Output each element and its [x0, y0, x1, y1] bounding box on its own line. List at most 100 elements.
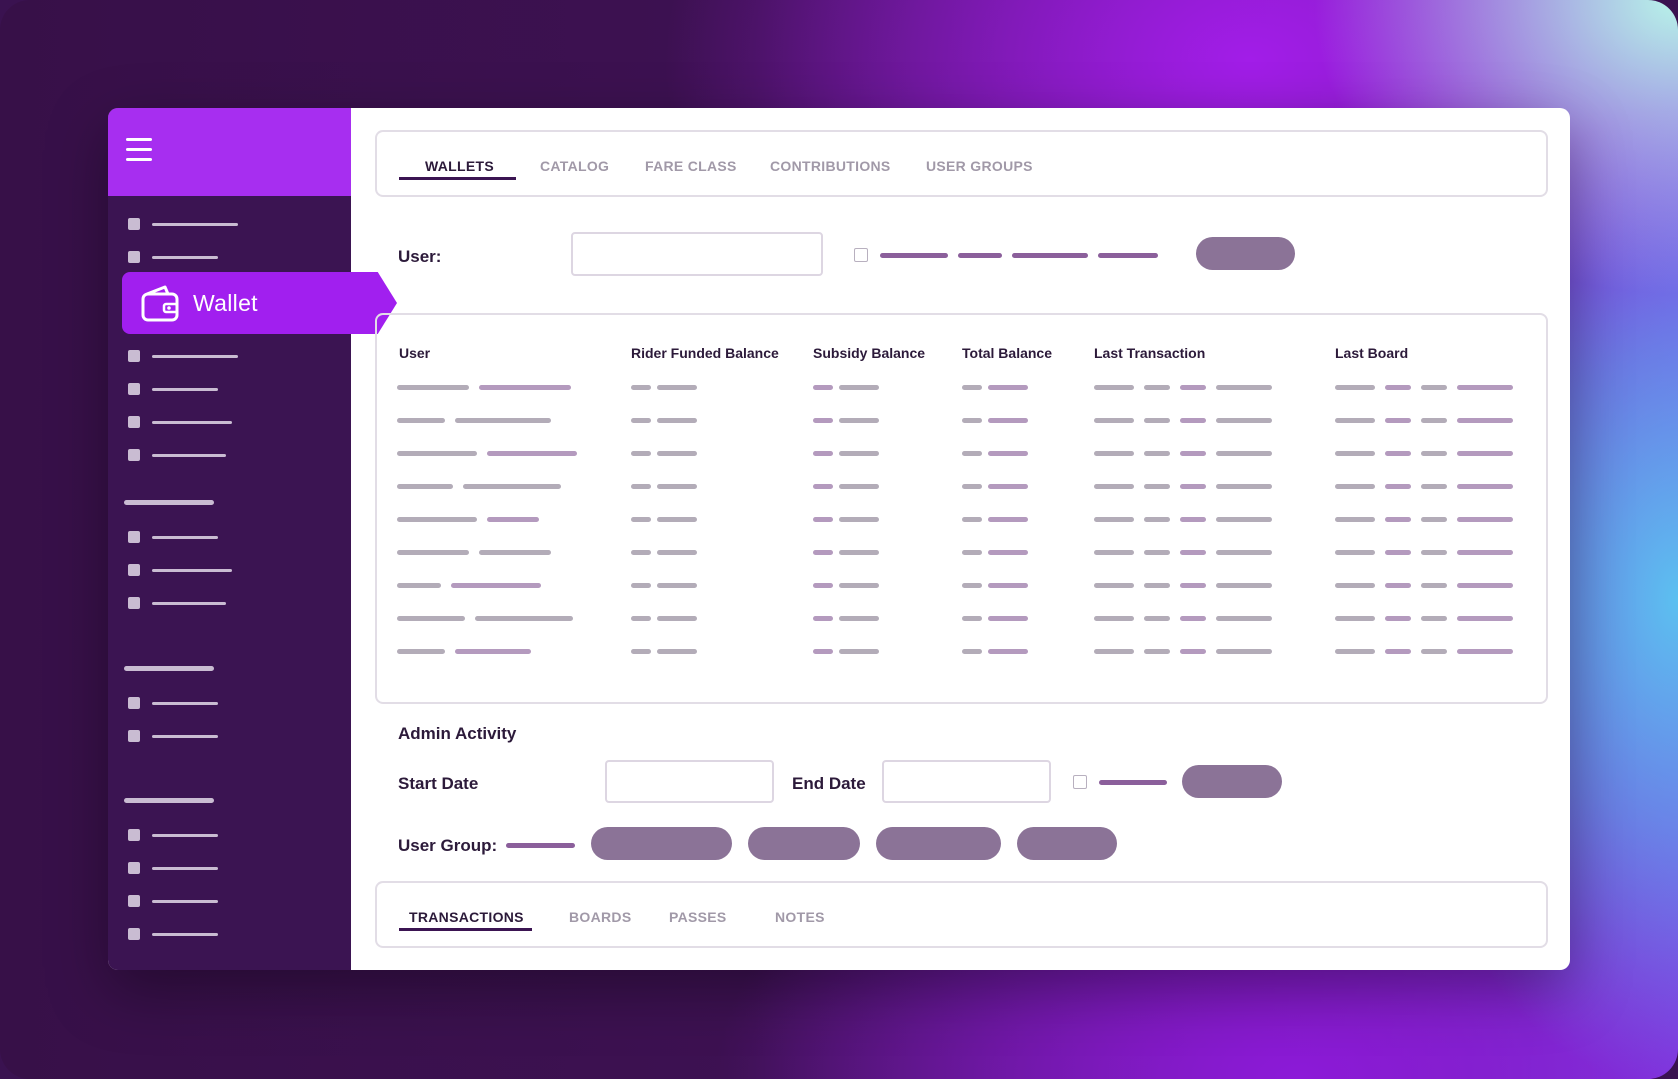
cell-placeholder: [1144, 583, 1170, 588]
active-tab-indicator: [399, 928, 532, 931]
column-header-subsidy-balance[interactable]: Subsidy Balance: [813, 345, 925, 361]
cell-placeholder: [988, 385, 1028, 390]
user-group-value-placeholder: [506, 843, 575, 848]
column-header-rider-funded-balance[interactable]: Rider Funded Balance: [631, 345, 779, 361]
cell-placeholder: [455, 418, 551, 423]
sidebar-item[interactable]: [128, 895, 218, 907]
cell-placeholder: [962, 583, 982, 588]
app-window: Wallet WALLETS CATALOG FARE CLASS CONTRI…: [108, 108, 1570, 970]
column-header-total-balance[interactable]: Total Balance: [962, 345, 1052, 361]
cell-placeholder: [839, 550, 879, 555]
column-header-last-board[interactable]: Last Board: [1335, 345, 1408, 361]
tab-fare-class[interactable]: FARE CLASS: [645, 158, 737, 174]
sidebar-section-heading: [124, 500, 214, 505]
sidebar-item[interactable]: [128, 730, 218, 742]
start-date-input[interactable]: [605, 760, 774, 803]
cell-placeholder: [1180, 385, 1206, 390]
sidebar-item[interactable]: [128, 531, 218, 543]
cell-placeholder: [631, 517, 651, 522]
cell-placeholder: [1180, 418, 1206, 423]
cell-placeholder: [962, 517, 982, 522]
cell-placeholder: [988, 517, 1028, 522]
sidebar-item[interactable]: [128, 251, 218, 263]
tab-passes[interactable]: PASSES: [669, 909, 727, 925]
checkbox-label-placeholder: [880, 253, 948, 258]
user-group-chip[interactable]: [591, 827, 732, 860]
checkbox-label-placeholder: [958, 253, 1002, 258]
sidebar-item[interactable]: [128, 350, 238, 362]
cell-placeholder: [487, 451, 577, 456]
cell-placeholder: [1144, 550, 1170, 555]
cell-placeholder: [1094, 385, 1134, 390]
cell-placeholder: [1094, 616, 1134, 621]
sidebar-item[interactable]: [128, 564, 232, 576]
search-button[interactable]: [1196, 237, 1295, 270]
column-header-user[interactable]: User: [399, 345, 430, 361]
cell-placeholder: [631, 385, 651, 390]
sidebar: [108, 108, 351, 970]
column-header-last-transaction[interactable]: Last Transaction: [1094, 345, 1205, 361]
admin-checkbox[interactable]: [1073, 775, 1087, 789]
tab-contributions[interactable]: CONTRIBUTIONS: [770, 158, 891, 174]
tab-transactions[interactable]: TRANSACTIONS: [409, 909, 524, 925]
sidebar-section-heading: [124, 798, 214, 803]
user-group-chip[interactable]: [1017, 827, 1117, 860]
cell-placeholder: [988, 418, 1028, 423]
cell-placeholder: [1421, 484, 1447, 489]
sidebar-item[interactable]: [128, 218, 238, 230]
cell-placeholder: [1180, 484, 1206, 489]
hamburger-icon[interactable]: [126, 138, 152, 162]
cell-placeholder: [1335, 418, 1375, 423]
user-group-chip[interactable]: [748, 827, 860, 860]
cell-placeholder: [962, 550, 982, 555]
cell-placeholder: [1094, 517, 1134, 522]
sidebar-item[interactable]: [128, 597, 226, 609]
cell-placeholder: [463, 484, 561, 489]
sidebar-item[interactable]: [128, 829, 218, 841]
cell-placeholder: [839, 583, 879, 588]
sidebar-item[interactable]: [128, 416, 232, 428]
sidebar-item[interactable]: [128, 862, 218, 874]
apply-button[interactable]: [1182, 765, 1282, 798]
cell-placeholder: [397, 484, 453, 489]
sidebar-item[interactable]: [128, 449, 226, 461]
cell-placeholder: [475, 616, 573, 621]
user-group-chip[interactable]: [876, 827, 1001, 860]
cell-placeholder: [487, 517, 539, 522]
cell-placeholder: [988, 484, 1028, 489]
cell-placeholder: [813, 451, 833, 456]
cell-placeholder: [631, 418, 651, 423]
sidebar-item[interactable]: [128, 928, 218, 940]
cell-placeholder: [813, 550, 833, 555]
tab-notes[interactable]: NOTES: [775, 909, 825, 925]
filter-checkbox[interactable]: [854, 248, 868, 262]
cell-placeholder: [1335, 451, 1375, 456]
main-content: WALLETS CATALOG FARE CLASS CONTRIBUTIONS…: [351, 108, 1570, 970]
cell-placeholder: [1385, 385, 1411, 390]
sidebar-item[interactable]: [128, 697, 218, 709]
cell-placeholder: [397, 451, 477, 456]
cell-placeholder: [839, 517, 879, 522]
cell-placeholder: [988, 649, 1028, 654]
cell-placeholder: [813, 484, 833, 489]
cell-placeholder: [1180, 583, 1206, 588]
tab-wallets[interactable]: WALLETS: [425, 158, 494, 174]
user-input[interactable]: [571, 232, 823, 276]
sidebar-section-heading: [124, 666, 214, 671]
cell-placeholder: [1421, 418, 1447, 423]
cell-placeholder: [657, 583, 697, 588]
cell-placeholder: [1335, 583, 1375, 588]
cell-placeholder: [962, 484, 982, 489]
wallet-icon: [141, 285, 179, 322]
tab-user-groups[interactable]: USER GROUPS: [926, 158, 1033, 174]
end-date-input[interactable]: [882, 760, 1051, 803]
tab-boards[interactable]: BOARDS: [569, 909, 631, 925]
top-tab-bar: WALLETS CATALOG FARE CLASS CONTRIBUTIONS…: [375, 130, 1548, 197]
cell-placeholder: [1216, 583, 1272, 588]
cell-placeholder: [962, 649, 982, 654]
sidebar-item[interactable]: [128, 383, 218, 395]
cell-placeholder: [1180, 517, 1206, 522]
cell-placeholder: [1457, 616, 1513, 621]
cell-placeholder: [1457, 385, 1513, 390]
tab-catalog[interactable]: CATALOG: [540, 158, 609, 174]
